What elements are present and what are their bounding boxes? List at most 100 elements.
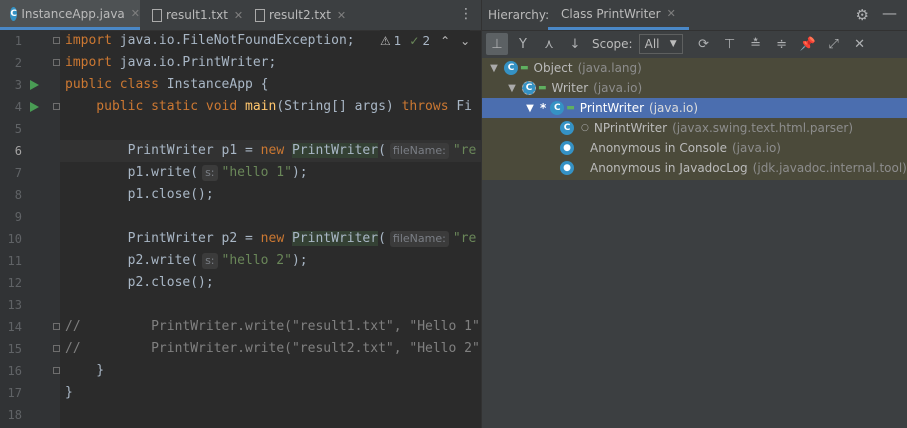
- fold-icon[interactable]: [53, 59, 60, 66]
- line-number: 17: [7, 386, 22, 400]
- subtypes-hierarchy-icon[interactable]: ⋏: [538, 33, 560, 55]
- focus-marker: *: [540, 101, 547, 115]
- hierarchy-label: Hierarchy:: [488, 8, 550, 22]
- run-class-icon[interactable]: [30, 80, 39, 90]
- chevron-down-icon[interactable]: ▼: [506, 83, 518, 94]
- tree-item-writer[interactable]: ▼ C ▬ Writer (java.io): [482, 78, 907, 98]
- editor-tab-bar: C InstanceApp.java ✕ result1.txt ✕ resul…: [0, 0, 481, 31]
- parameter-hint: fileName:: [389, 143, 449, 159]
- tree-item-object[interactable]: ▼ C ▬ Object (java.lang): [482, 58, 907, 78]
- warning-count: 1: [393, 34, 402, 48]
- public-icon: ▬: [566, 103, 575, 113]
- fold-icon[interactable]: [53, 323, 60, 330]
- close-icon[interactable]: ✕: [849, 33, 871, 55]
- class-icon: C: [550, 101, 565, 115]
- more-vertical-icon[interactable]: ⋮: [459, 6, 473, 22]
- line-number: 6: [14, 144, 22, 158]
- line-number: 4: [14, 100, 22, 114]
- code-line-comment: // PrintWriter.write("result2.txt", "Hel…: [65, 341, 480, 356]
- hierarchy-toolbar: ⊥ Y ⋏ ↓ Scope: All ▼ ⟳ ⊤ ≛ ≑ 📌 ⤢ ✕: [482, 30, 907, 59]
- chevron-up-icon[interactable]: ⌃: [440, 34, 450, 48]
- close-icon[interactable]: ✕: [667, 7, 676, 20]
- code-line: p1.write(s: "hello 1");: [65, 165, 308, 181]
- tab-result2-txt[interactable]: result2.txt ✕: [255, 0, 346, 30]
- scope-select[interactable]: All ▼: [638, 34, 683, 54]
- tab-class-printwriter[interactable]: Class PrintWriter ✕: [548, 0, 689, 30]
- fold-icon[interactable]: [53, 37, 60, 44]
- pin-icon[interactable]: 📌: [797, 33, 819, 55]
- code-editor[interactable]: C InstanceApp.java ✕ result1.txt ✕ resul…: [0, 0, 481, 428]
- open-in-window-icon[interactable]: ⤢: [823, 33, 845, 55]
- close-icon[interactable]: ✕: [337, 9, 346, 22]
- hierarchy-tree[interactable]: ▼ C ▬ Object (java.lang) ▼ C ▬ Writer (j…: [482, 58, 907, 180]
- fold-icon[interactable]: [53, 103, 60, 110]
- text-file-icon: [255, 8, 265, 22]
- hierarchy-header: Hierarchy: Class PrintWriter ✕ ⚙ —: [482, 0, 907, 31]
- tab-label: result2.txt: [269, 8, 331, 22]
- code-area[interactable]: import java.io.FileNotFoundException; im…: [65, 30, 481, 428]
- run-main-icon[interactable]: [30, 102, 39, 112]
- code-line: }: [65, 363, 105, 378]
- tree-item-nprintwriter[interactable]: C ○ NPrintWriter (javax.swing.text.html.…: [482, 118, 907, 138]
- check-icon: ✓: [409, 34, 420, 48]
- chevron-down-icon[interactable]: ▼: [524, 103, 536, 114]
- supertypes-hierarchy-icon[interactable]: Y: [512, 33, 534, 55]
- close-icon[interactable]: ✕: [131, 7, 140, 20]
- line-number: 15: [7, 342, 22, 356]
- close-icon[interactable]: ✕: [234, 9, 243, 22]
- code-line: PrintWriter p2 = new PrintWriter(fileNam…: [65, 231, 477, 247]
- line-number: 10: [7, 232, 22, 246]
- minimize-icon[interactable]: —: [882, 4, 897, 22]
- code-line: PrintWriter p1 = new PrintWriter(fileNam…: [65, 143, 477, 159]
- inspection-widget[interactable]: ⚠ 1 ✓ 2 ⌃ ⌄: [380, 30, 471, 52]
- fold-icon[interactable]: [53, 345, 60, 352]
- chevron-down-icon: ▼: [669, 39, 677, 49]
- tab-label: result1.txt: [166, 8, 228, 22]
- warning-icon: ⚠: [380, 34, 391, 48]
- line-number: 12: [7, 276, 22, 290]
- line-number: 9: [14, 210, 22, 224]
- text-file-icon: [152, 8, 162, 22]
- line-number: 3: [14, 78, 22, 92]
- ok-count: 2: [422, 34, 431, 48]
- anonymous-class-icon: ●: [560, 141, 574, 155]
- expand-all-icon[interactable]: ≛: [745, 33, 767, 55]
- type-hierarchy-icon[interactable]: ⊥: [486, 33, 508, 55]
- tree-item-anonymous-javadoclog[interactable]: ● Anonymous in JavadocLog (jdk.javadoc.i…: [482, 158, 907, 178]
- tab-result1-txt[interactable]: result1.txt ✕: [152, 0, 243, 30]
- line-number: 8: [14, 188, 22, 202]
- anonymous-class-icon: ●: [560, 161, 574, 175]
- collapse-all-icon[interactable]: ≑: [771, 33, 793, 55]
- code-line: public static void main(String[] args) t…: [65, 99, 473, 114]
- line-number: 2: [14, 56, 22, 70]
- code-line: p2.write(s: "hello 2");: [65, 253, 308, 269]
- refresh-icon[interactable]: ⟳: [693, 33, 715, 55]
- code-line: public class InstanceApp {: [65, 77, 269, 92]
- code-line-comment: // PrintWriter.write("result1.txt", "Hel…: [65, 319, 480, 334]
- public-icon: ▬: [520, 63, 529, 73]
- tab-instanceapp-java[interactable]: C InstanceApp.java ✕: [0, 0, 140, 30]
- parameter-hint: fileName:: [389, 231, 449, 247]
- parameter-hint: s:: [202, 253, 218, 269]
- line-number: 14: [7, 320, 22, 334]
- abstract-class-icon: C: [522, 81, 536, 95]
- chevron-down-icon[interactable]: ▼: [488, 63, 500, 74]
- expand-up-icon[interactable]: ⊤: [719, 33, 741, 55]
- chevron-down-icon[interactable]: ⌄: [460, 34, 470, 48]
- tab-label: InstanceApp.java: [21, 6, 125, 21]
- tree-item-anonymous-console[interactable]: ● Anonymous in Console (java.io): [482, 138, 907, 158]
- tree-item-printwriter[interactable]: ▼ * C ▬ PrintWriter (java.io): [482, 98, 907, 118]
- parameter-hint: s:: [202, 165, 218, 181]
- public-icon: ▬: [538, 83, 547, 93]
- line-number: 13: [7, 298, 22, 312]
- sort-alphabetically-icon[interactable]: ↓: [564, 33, 586, 55]
- fold-icon[interactable]: [53, 367, 60, 374]
- gutter: 1 2 3 4 5 6 7 8 9 10 11 12 13 14 15 16 1…: [0, 30, 60, 428]
- scope-label: Scope:: [592, 37, 633, 51]
- gear-icon[interactable]: ⚙: [856, 6, 869, 24]
- line-number: 11: [7, 254, 22, 268]
- line-number: 18: [7, 408, 22, 422]
- code-line: p1.close();: [65, 187, 214, 202]
- code-line: p2.close();: [65, 275, 214, 290]
- line-number: 7: [14, 166, 22, 180]
